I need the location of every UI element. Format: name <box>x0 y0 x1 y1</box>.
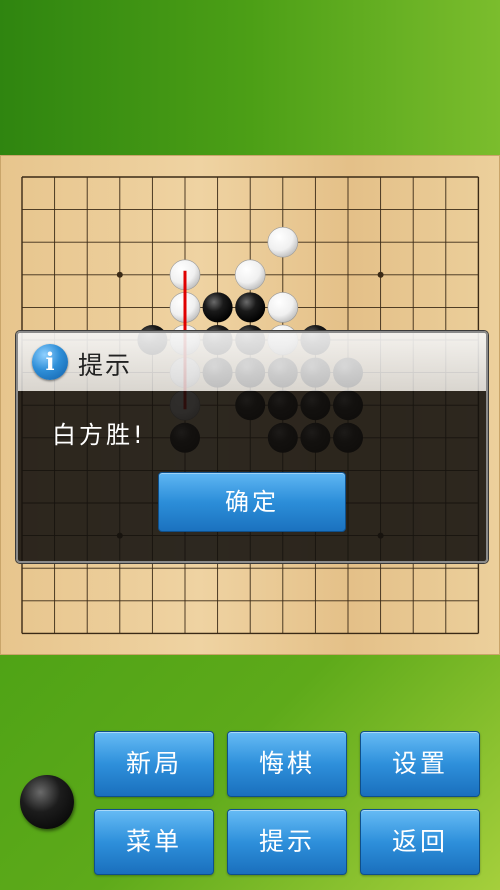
black-stone <box>235 292 266 323</box>
turn-indicator-stone <box>20 775 74 829</box>
settings-button[interactable]: 设置 <box>360 731 480 797</box>
white-stone <box>267 226 299 258</box>
top-background <box>0 0 500 155</box>
undo-button[interactable]: 悔棋 <box>227 731 347 797</box>
hint-button[interactable]: 提示 <box>227 809 347 875</box>
confirm-button[interactable]: 确定 <box>158 472 346 532</box>
black-stone <box>202 292 233 323</box>
white-stone <box>267 292 299 323</box>
star-point <box>116 271 123 278</box>
white-stone <box>234 259 266 291</box>
dialog-header: i 提示 <box>18 333 486 391</box>
info-icon: i <box>32 344 68 380</box>
star-point <box>377 271 384 278</box>
dialog-message: 白方胜! <box>52 421 146 449</box>
back-button[interactable]: 返回 <box>360 809 480 875</box>
new-game-button[interactable]: 新局 <box>94 731 214 797</box>
dialog-title: 提示 <box>78 351 133 380</box>
result-dialog: i 提示 白方胜! 确定 <box>16 331 488 563</box>
menu-button[interactable]: 菜单 <box>94 809 214 875</box>
